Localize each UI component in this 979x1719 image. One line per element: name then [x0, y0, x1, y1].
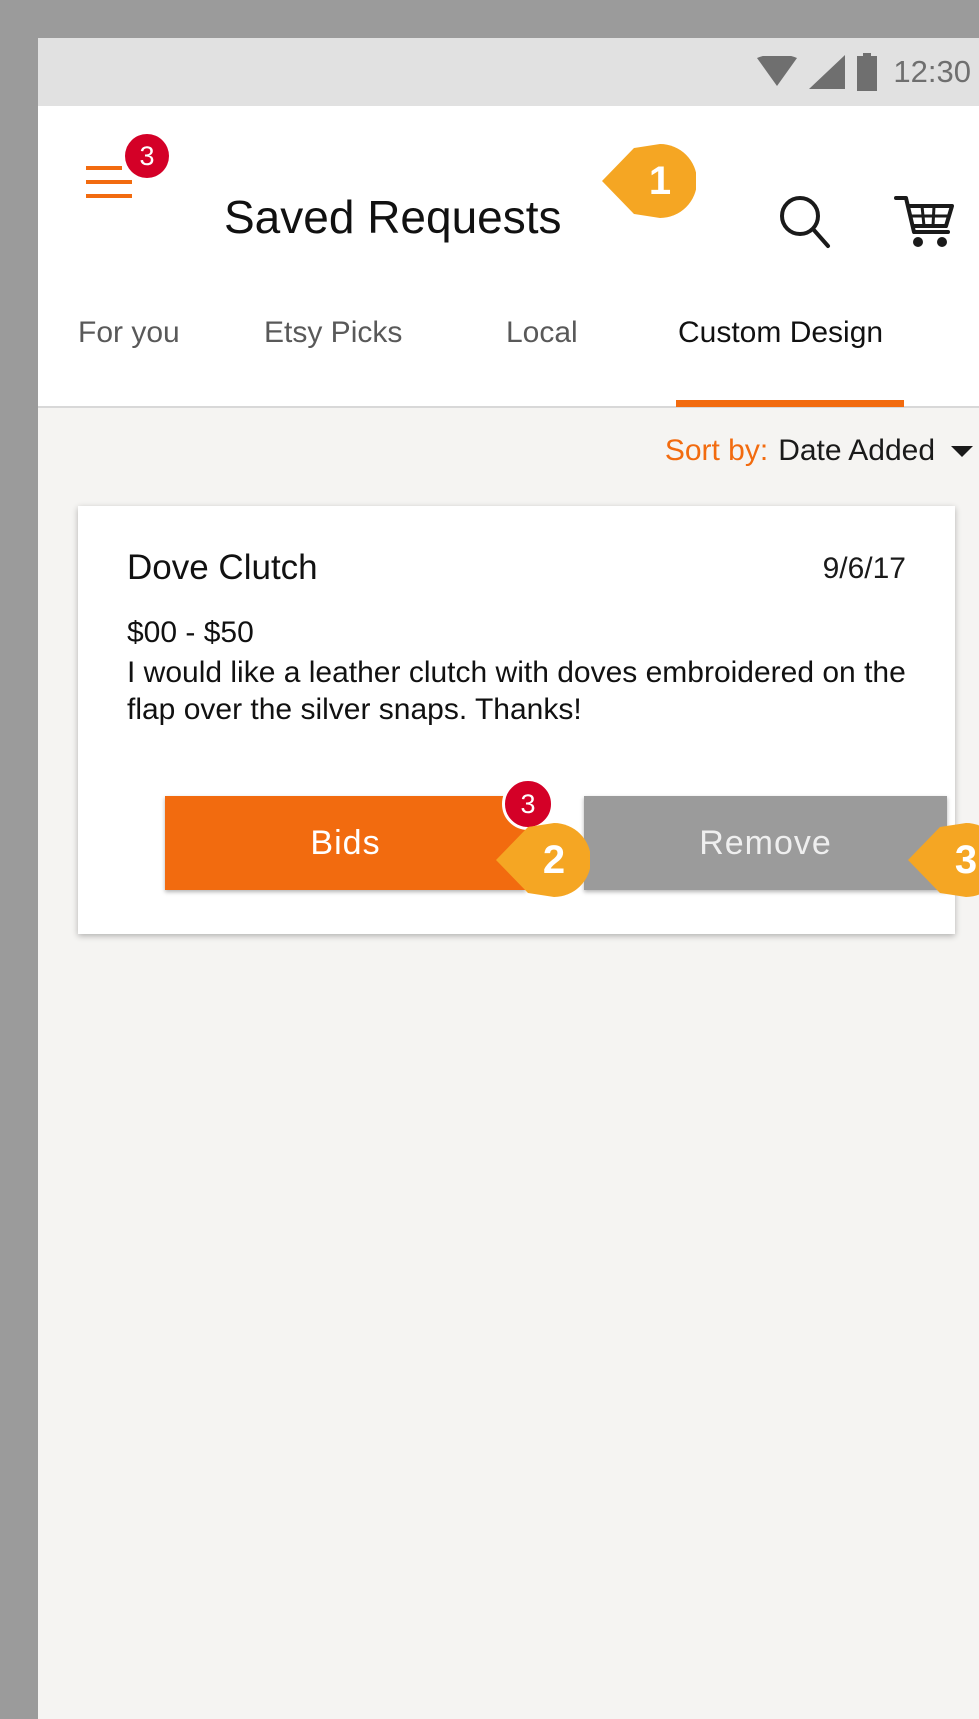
app-bar: 3 Saved Requests For you Etsy Picks Loca	[38, 106, 979, 408]
callout-number: 3	[954, 838, 978, 882]
callout-marker-3: 3	[906, 823, 979, 897]
callout-number: 1	[648, 159, 672, 203]
category-tabs: For you Etsy Picks Local Custom Design	[38, 286, 979, 407]
status-time: 12:30	[893, 54, 971, 89]
request-date: 9/6/17	[822, 552, 906, 585]
wifi-icon	[757, 56, 798, 86]
sort-label: Sort by:	[664, 434, 769, 467]
cart-icon	[894, 196, 954, 247]
callout-marker-1: 1	[600, 144, 696, 218]
tab-local[interactable]: Local	[506, 286, 578, 406]
signal-icon	[809, 55, 846, 89]
remove-button[interactable]: Remove	[584, 796, 947, 890]
search-icon	[780, 196, 830, 248]
bids-button[interactable]: Bids	[165, 796, 526, 890]
request-description: I would like a leather clutch with doves…	[127, 656, 906, 726]
battery-icon	[857, 53, 878, 91]
callout-marker-2: 2	[494, 823, 590, 897]
callout-number: 2	[542, 838, 566, 882]
caret-down-icon	[951, 445, 973, 457]
tab-etsy-picks[interactable]: Etsy Picks	[264, 286, 402, 406]
sort-value: Date Added	[778, 434, 935, 467]
status-bar: 12:30	[38, 38, 979, 106]
request-price-range: $00 - $50	[127, 616, 254, 649]
page-title: Saved Requests	[224, 191, 562, 243]
sort-dropdown[interactable]: Sort by: Date Added	[665, 434, 973, 468]
active-tab-indicator	[676, 400, 904, 407]
search-button[interactable]	[776, 192, 836, 252]
menu-notification-badge: 3	[125, 134, 169, 178]
request-title: Dove Clutch	[127, 548, 318, 587]
cart-button[interactable]	[894, 192, 958, 252]
tab-for-you[interactable]: For you	[78, 286, 180, 406]
tab-custom-design[interactable]: Custom Design	[678, 286, 883, 406]
